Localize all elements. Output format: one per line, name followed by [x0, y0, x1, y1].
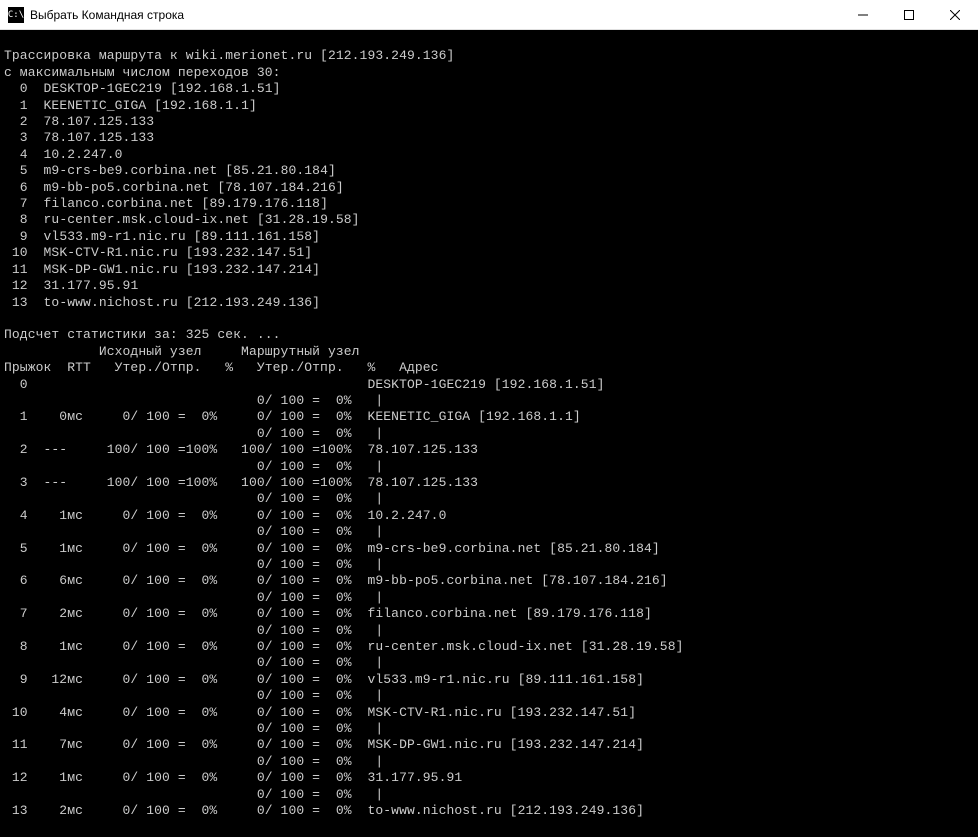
stats-row: 8 1мс 0/ 100 = 0% 0/ 100 = 0% ru-center.…: [4, 639, 684, 654]
hop-row: 2 78.107.125.133: [4, 114, 154, 129]
stats-row: 0/ 100 = 0% |: [4, 459, 383, 474]
stats-row: 7 2мс 0/ 100 = 0% 0/ 100 = 0% filanco.co…: [4, 606, 652, 621]
blank-line: [4, 311, 12, 326]
stats-row: 5 1мс 0/ 100 = 0% 0/ 100 = 0% m9-crs-be9…: [4, 541, 660, 556]
stats-row: 0/ 100 = 0% |: [4, 426, 383, 441]
console-output[interactable]: Трассировка маршрута к wiki.merionet.ru …: [0, 30, 978, 837]
stats-row: 0/ 100 = 0% |: [4, 688, 383, 703]
hop-row: 7 filanco.corbina.net [89.179.176.118]: [4, 196, 328, 211]
hop-row: 11 MSK-DP-GW1.nic.ru [193.232.147.214]: [4, 262, 320, 277]
stats-row: 10 4мс 0/ 100 = 0% 0/ 100 = 0% MSK-CTV-R…: [4, 705, 636, 720]
hop-row: 3 78.107.125.133: [4, 130, 154, 145]
window-title: Выбрать Командная строка: [30, 8, 840, 22]
hop-row: 1 KEENETIC_GIGA [192.168.1.1]: [4, 98, 257, 113]
titlebar[interactable]: C:\ Выбрать Командная строка: [0, 0, 978, 30]
stats-row: 0 DESKTOP-1GEC219 [192.168.1.51]: [4, 377, 605, 392]
blank-line: [4, 32, 12, 47]
stats-row: 13 2мс 0/ 100 = 0% 0/ 100 = 0% to-www.ni…: [4, 803, 644, 818]
stats-row: 3 --- 100/ 100 =100% 100/ 100 =100% 78.1…: [4, 475, 478, 490]
stats-row: 0/ 100 = 0% |: [4, 393, 383, 408]
app-icon: C:\: [8, 7, 24, 23]
stats-row: 0/ 100 = 0% |: [4, 623, 383, 638]
maximize-button[interactable]: [886, 0, 932, 29]
stats-col-labels: Исходный узел Маршрутный узел: [4, 344, 360, 359]
stats-col-header: Прыжок RTT Утер./Отпр. % Утер./Отпр. % А…: [4, 360, 439, 375]
stats-row: 1 0мс 0/ 100 = 0% 0/ 100 = 0% KEENETIC_G…: [4, 409, 581, 424]
hop-row: 6 m9-bb-po5.corbina.net [78.107.184.216]: [4, 180, 344, 195]
stats-row: 0/ 100 = 0% |: [4, 557, 383, 572]
command-prompt-window: C:\ Выбрать Командная строка Трассировка…: [0, 0, 978, 837]
hop-row: 9 vl533.m9-r1.nic.ru [89.111.161.158]: [4, 229, 320, 244]
hop-row: 4 10.2.247.0: [4, 147, 123, 162]
hop-row: 5 m9-crs-be9.corbina.net [85.21.80.184]: [4, 163, 336, 178]
minimize-button[interactable]: [840, 0, 886, 29]
blank-line: [4, 820, 12, 835]
hop-row: 13 to-www.nichost.ru [212.193.249.136]: [4, 295, 320, 310]
stats-row: 6 6мс 0/ 100 = 0% 0/ 100 = 0% m9-bb-po5.…: [4, 573, 668, 588]
stats-row: 2 --- 100/ 100 =100% 100/ 100 =100% 78.1…: [4, 442, 478, 457]
stats-row: 4 1мс 0/ 100 = 0% 0/ 100 = 0% 10.2.247.0: [4, 508, 446, 523]
stats-row: 11 7мс 0/ 100 = 0% 0/ 100 = 0% MSK-DP-GW…: [4, 737, 644, 752]
window-controls: [840, 0, 978, 29]
stats-header: Подсчет статистики за: 325 сек. ...: [4, 327, 281, 342]
trace-header-1: Трассировка маршрута к wiki.merionet.ru …: [4, 48, 454, 63]
stats-row: 0/ 100 = 0% |: [4, 655, 383, 670]
stats-row: 9 12мс 0/ 100 = 0% 0/ 100 = 0% vl533.m9-…: [4, 672, 644, 687]
close-button[interactable]: [932, 0, 978, 29]
minimize-icon: [858, 10, 868, 20]
stats-row: 0/ 100 = 0% |: [4, 787, 383, 802]
stats-row: 0/ 100 = 0% |: [4, 491, 383, 506]
trace-header-2: с максимальным числом переходов 30:: [4, 65, 281, 80]
maximize-icon: [904, 10, 914, 20]
stats-row: 0/ 100 = 0% |: [4, 524, 383, 539]
hop-row: 0 DESKTOP-1GEC219 [192.168.1.51]: [4, 81, 281, 96]
hop-row: 10 MSK-CTV-R1.nic.ru [193.232.147.51]: [4, 245, 312, 260]
stats-row: 0/ 100 = 0% |: [4, 721, 383, 736]
stats-row: 0/ 100 = 0% |: [4, 590, 383, 605]
hop-row: 8 ru-center.msk.cloud-ix.net [31.28.19.5…: [4, 212, 360, 227]
stats-row: 12 1мс 0/ 100 = 0% 0/ 100 = 0% 31.177.95…: [4, 770, 462, 785]
hop-row: 12 31.177.95.91: [4, 278, 138, 293]
stats-row: 0/ 100 = 0% |: [4, 754, 383, 769]
close-icon: [950, 10, 960, 20]
